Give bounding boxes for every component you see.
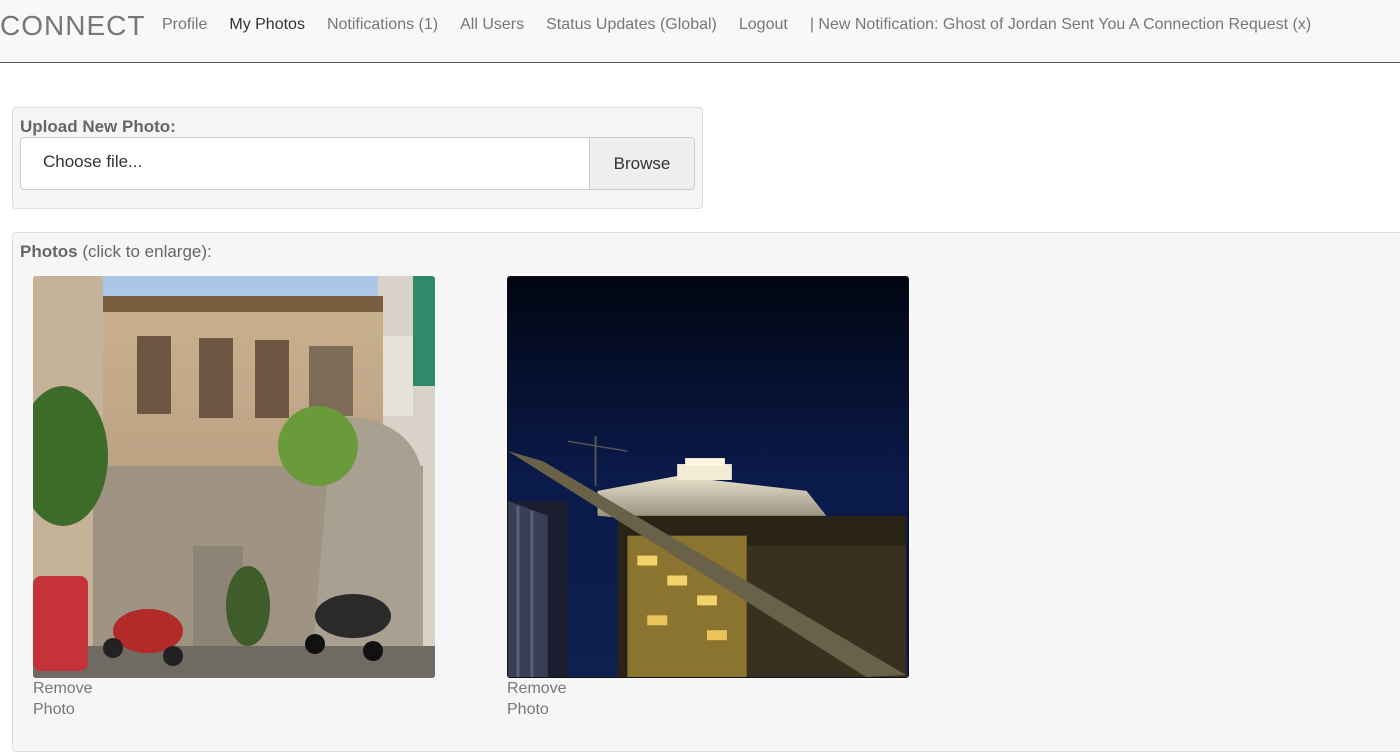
nav-profile[interactable]: Profile: [162, 16, 207, 34]
photo-card: Remove Photo: [507, 276, 909, 720]
file-input[interactable]: Choose file... Browse: [20, 137, 695, 190]
acropolis-night-photo[interactable]: [507, 276, 909, 678]
nav-notifications[interactable]: Notifications (1): [327, 16, 438, 34]
nav-status-updates[interactable]: Status Updates (Global): [546, 16, 717, 34]
nav-links: Profile My Photos Notifications (1) All …: [162, 16, 1311, 34]
brand-logo[interactable]: CONNECT: [0, 10, 145, 42]
remove-photo-link[interactable]: Remove Photo: [33, 678, 113, 720]
nav-all-users[interactable]: All Users: [460, 16, 524, 34]
nav-logout[interactable]: Logout: [739, 16, 788, 34]
photo-card: Remove Photo: [33, 276, 435, 720]
photos-heading-bold: Photos: [20, 242, 78, 261]
building-scooters-photo[interactable]: [33, 276, 435, 678]
notification-banner[interactable]: | New Notification: Ghost of Jordan Sent…: [810, 16, 1311, 34]
photos-panel: Photos (click to enlarge): Remove Photo …: [12, 232, 1400, 752]
remove-photo-link[interactable]: Remove Photo: [507, 678, 587, 720]
browse-button[interactable]: Browse: [589, 138, 694, 189]
nav-my-photos[interactable]: My Photos: [229, 16, 305, 34]
file-placeholder: Choose file...: [43, 152, 143, 171]
photos-heading-rest: (click to enlarge):: [77, 242, 212, 261]
top-navbar: CONNECT Profile My Photos Notifications …: [0, 0, 1400, 63]
upload-panel: Upload New Photo: Choose file... Browse: [12, 107, 703, 209]
photos-heading: Photos (click to enlarge):: [20, 242, 212, 262]
upload-label: Upload New Photo:: [20, 117, 176, 136]
